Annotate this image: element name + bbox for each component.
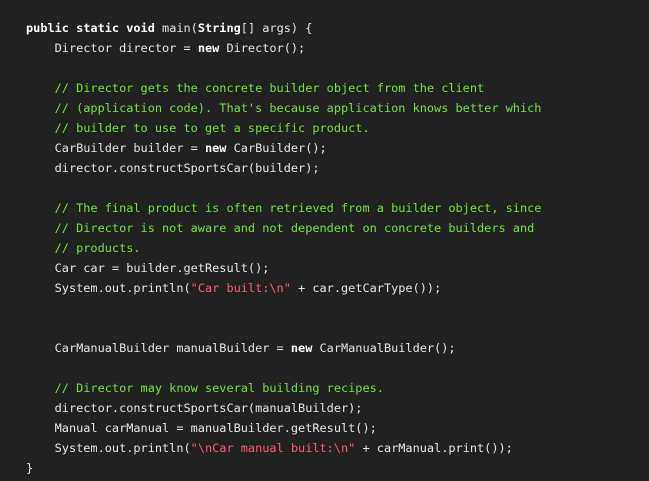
string-literal: "Car built:\n" (190, 281, 291, 295)
code-token: CarManualBuilder manualBuilder = (26, 341, 291, 355)
keyword-token: String (197, 21, 241, 35)
code-line: // Director may know several building re… (26, 378, 649, 398)
code-token: } (26, 461, 34, 475)
code-line: Car car = builder.getResult(); (26, 258, 649, 278)
code-line: // Director is not aware and not depende… (26, 218, 649, 238)
keyword-token: new (204, 141, 227, 155)
comment-token: // (application code). That's because ap… (26, 101, 542, 115)
comment-token: // Director is not aware and not depende… (26, 221, 535, 235)
comment-token: // products. (26, 241, 141, 255)
code-token: Director director = (26, 41, 198, 55)
code-line: // products. (26, 238, 649, 258)
keyword-token: new (197, 41, 220, 55)
comment-token: // Director may know several building re… (26, 381, 384, 395)
code-token: director.constructSportsCar(builder); (26, 161, 320, 175)
code-line: // The final product is often retrieved … (26, 198, 649, 218)
code-line: director.constructSportsCar(builder); (26, 158, 649, 178)
comment-token: // The final product is often retrieved … (26, 201, 542, 215)
code-token: Director(); (219, 41, 306, 55)
code-line: CarManualBuilder manualBuilder = new Car… (26, 338, 649, 358)
code-line: public static void main(String[] args) { (26, 18, 649, 38)
keyword-token: public static void (26, 21, 163, 35)
code-line: // (application code). That's because ap… (26, 98, 649, 118)
code-panel: public static void main(String[] args) {… (0, 0, 649, 481)
code-line: Manual carManual = manualBuilder.getResu… (26, 418, 649, 438)
code-line: // Director gets the concrete builder ob… (26, 78, 649, 98)
code-line: // builder to use to get a specific prod… (26, 118, 649, 138)
code-token: System.out.println( (26, 441, 191, 455)
code-token: System.out.println( (26, 281, 191, 295)
code-token: Car car = builder.getResult(); (26, 261, 270, 275)
code-token: + carManual.print()); (355, 441, 513, 455)
code-token: director.constructSportsCar(manualBuilde… (26, 401, 363, 415)
code-token: CarBuilder builder = (26, 141, 205, 155)
code-line: CarBuilder builder = new CarBuilder(); (26, 138, 649, 158)
code-token: CarBuilder(); (226, 141, 327, 155)
code-token: Manual carManual = manualBuilder.getResu… (26, 421, 377, 435)
code-token: [] args) { (240, 21, 313, 35)
code-token: main( (162, 21, 198, 35)
keyword-token: new (290, 341, 313, 355)
code-line: System.out.println("\nCar manual built:\… (26, 438, 649, 458)
comment-token: // builder to use to get a specific prod… (26, 121, 370, 135)
string-literal: "\nCar manual built:\n" (190, 441, 356, 455)
code-line: System.out.println("Car built:\n" + car.… (26, 278, 649, 298)
code-token: + car.getCarType()); (290, 281, 442, 295)
code-token: CarManualBuilder(); (312, 341, 456, 355)
code-line: Director director = new Director(); (26, 38, 649, 58)
code-block: public static void main(String[] args) {… (26, 18, 649, 478)
comment-token: // Director gets the concrete builder ob… (26, 81, 485, 95)
code-line: } (26, 458, 649, 478)
code-line: director.constructSportsCar(manualBuilde… (26, 398, 649, 418)
